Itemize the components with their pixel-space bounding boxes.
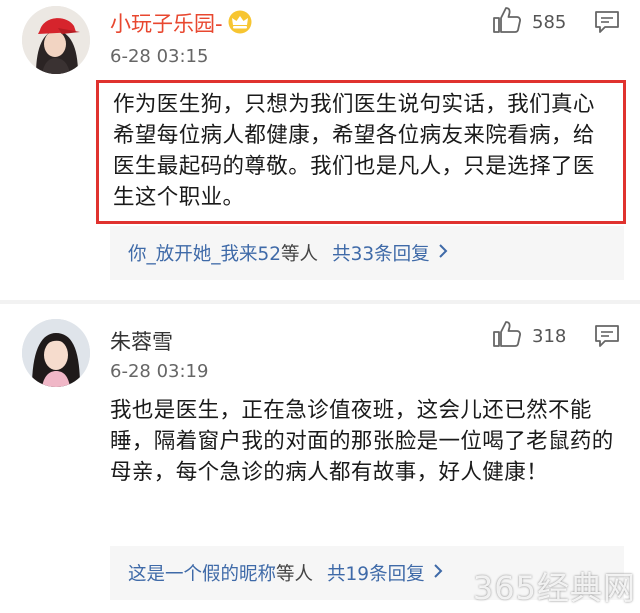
reply-button[interactable]: [594, 10, 620, 38]
reply-suffix: 等人: [281, 244, 319, 265]
like-button[interactable]: 318: [492, 320, 566, 352]
reply-button[interactable]: [594, 324, 620, 352]
like-count: 585: [532, 11, 567, 33]
comment-text: 我也是医生，正在急诊值夜班，这会儿还已然不能睡，隔着窗户我的对面的那张脸是一位喝…: [110, 398, 614, 485]
comment-item: 小玩子乐园- 6-28 03:15 585 作为医生狗，只想为我们医生说句实话，…: [0, 0, 640, 300]
username[interactable]: 小玩子乐园-: [110, 8, 253, 39]
reply-user-link[interactable]: 这是一个假的昵称: [128, 560, 276, 586]
timestamp: 6-28 03:15: [110, 46, 209, 67]
comment-text: 作为医生狗，只想为我们医生说句实话，我们真心希望每位病人都健康，希望各位病友来院…: [96, 80, 626, 224]
reply-user-link[interactable]: 你_放开她_我来52: [128, 240, 281, 266]
thumbs-up-icon: [492, 320, 522, 352]
thumbs-up-icon: [492, 6, 522, 38]
reply-count-link[interactable]: 共33条回复: [332, 240, 430, 266]
reply-count-link[interactable]: 共19条回复: [327, 560, 425, 586]
avatar[interactable]: [22, 319, 90, 387]
like-button[interactable]: 585: [492, 6, 566, 38]
timestamp: 6-28 03:19: [110, 361, 209, 382]
reply-suffix: 等人: [276, 564, 314, 585]
replies-summary[interactable]: 你_放开她_我来52 等人 共33条回复: [110, 226, 624, 280]
username[interactable]: 朱蓉雪: [110, 326, 173, 356]
chevron-right-icon: [438, 243, 448, 264]
site-watermark: 365经典网: [472, 569, 636, 607]
comment-icon: [594, 325, 620, 352]
avatar[interactable]: [22, 6, 90, 74]
comment-icon: [594, 11, 620, 38]
crown-icon: [227, 10, 253, 39]
chevron-right-icon: [433, 563, 443, 584]
like-count: 318: [532, 325, 567, 347]
